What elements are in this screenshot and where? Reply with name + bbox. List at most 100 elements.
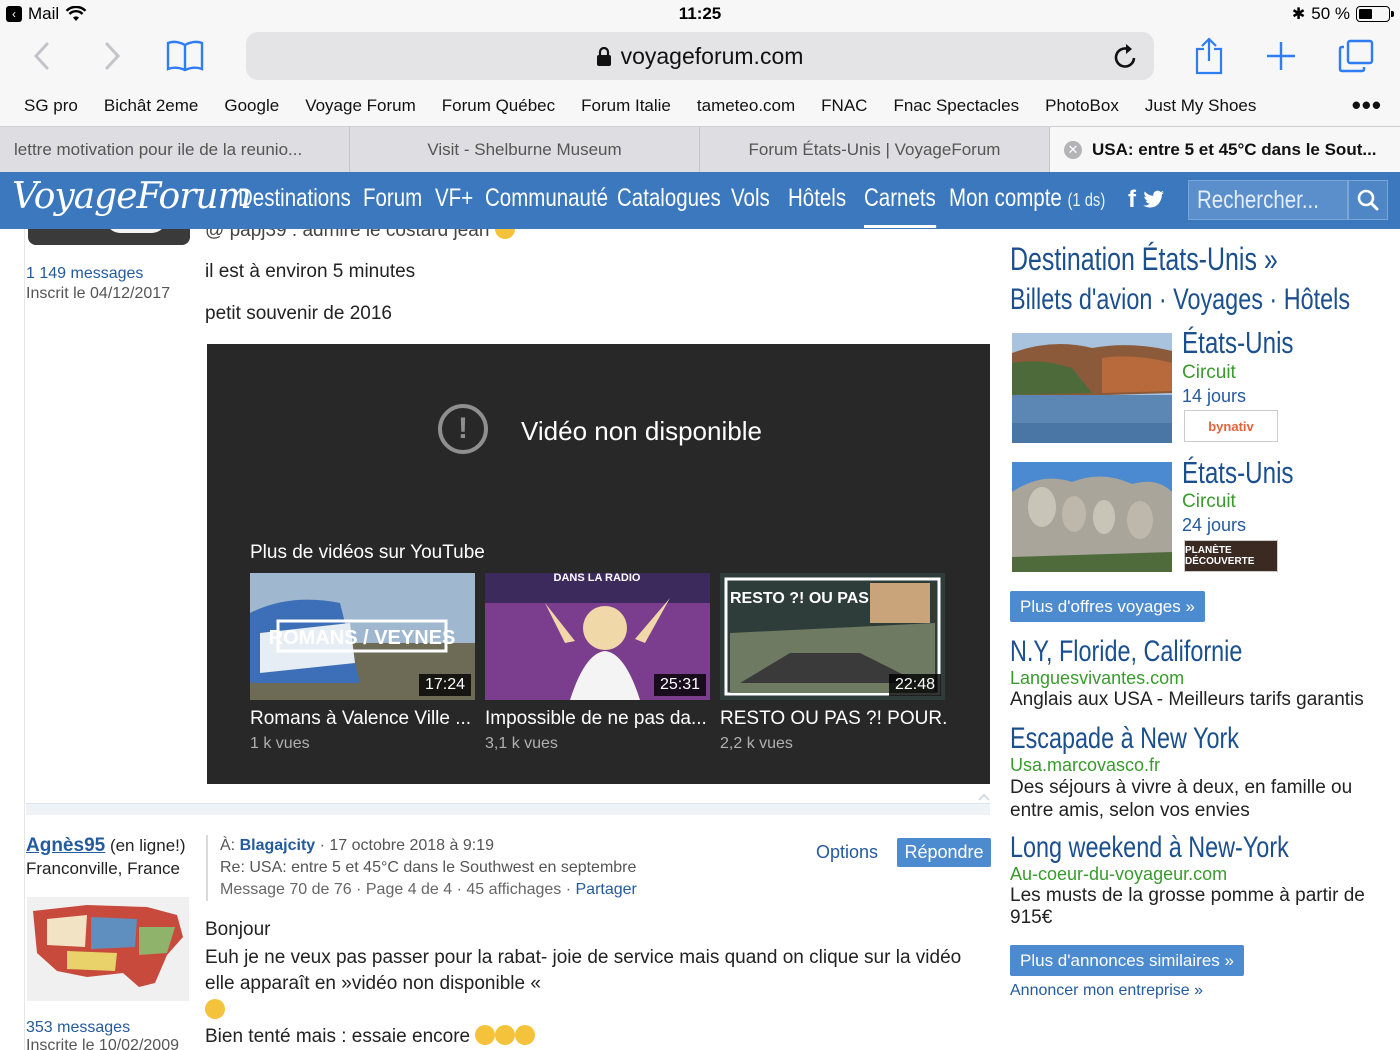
url-text: voyageforum.com [620, 42, 804, 69]
nav-destinations[interactable]: Destinations [238, 184, 351, 213]
nav-mon-compte-label: Mon compte [949, 184, 1062, 212]
laughing-emoji-icon [495, 1025, 516, 1045]
favorite-link[interactable]: Fnac Spectacles [893, 96, 1019, 116]
nav-mon-compte[interactable]: Mon compte (1 ds) [949, 184, 1105, 213]
facebook-icon[interactable]: f [1128, 186, 1136, 213]
offer-image[interactable] [1012, 333, 1172, 443]
post-separator [26, 803, 990, 815]
destination-subheading[interactable]: Billets d'avion · Voyages · Hôtels [1010, 283, 1350, 317]
user-registration-date: Inscrite le 10/02/2009 [26, 1037, 179, 1050]
alert-circle-icon: ! [438, 404, 488, 454]
recipient-link[interactable]: Blagajcity [240, 837, 316, 854]
search-button[interactable] [1348, 180, 1388, 220]
video-thumbnail[interactable]: ROMANS / VEYNES 17:24 [250, 573, 475, 700]
thumbnail-overlay-text: ROMANS / VEYNES [269, 627, 456, 649]
post-date: 17 octobre 2018 à 9:19 [329, 837, 494, 854]
ad-title[interactable]: N.Y, Floride, Californie [1010, 635, 1242, 669]
video-views: 1 k vues [250, 735, 310, 752]
nav-forum[interactable]: Forum [363, 184, 422, 213]
browser-tab[interactable]: Forum États-Unis | VoyageForum [700, 127, 1050, 172]
ad-url[interactable]: Au-coeur-du-voyageur.com [1010, 864, 1227, 885]
site-search-input[interactable]: Rechercher... [1188, 180, 1348, 220]
chevron-up-icon[interactable] [977, 792, 991, 802]
offer-title[interactable]: États-Unis [1182, 455, 1294, 491]
account-count: (1 ds) [1067, 190, 1106, 210]
bookmarks-book-icon[interactable] [164, 34, 206, 78]
offer-image[interactable] [1012, 462, 1172, 572]
site-navbar: VoyageForum Destinations Forum VF+ Commu… [0, 172, 1400, 229]
address-bar[interactable]: voyageforum.com [246, 32, 1154, 80]
nav-vols[interactable]: Vols [731, 184, 770, 213]
favorite-link[interactable]: Bichât 2eme [104, 96, 199, 116]
new-tab-plus-icon[interactable] [1264, 34, 1298, 78]
reply-button[interactable]: Répondre [897, 838, 991, 867]
nav-carnets[interactable]: Carnets [864, 184, 936, 228]
destination-heading[interactable]: Destination États-Unis » [1010, 241, 1278, 278]
browser-tab-strip: lettre motivation pour ile de la reunio.… [0, 126, 1400, 172]
thumbnail-overlay-text: DANS LA RADIO [554, 573, 641, 584]
video-title[interactable]: Impossible de ne pas da... [485, 708, 711, 730]
more-offers-button[interactable]: Plus d'offres voyages » [1010, 591, 1205, 622]
social-links: f [1128, 186, 1165, 214]
forward-chevron-icon[interactable] [98, 34, 128, 78]
offer-duration: 14 jours [1182, 386, 1247, 406]
avatar[interactable] [28, 229, 190, 245]
tab-label: Forum États-Unis | VoyageForum [748, 139, 1001, 159]
ad-title[interactable]: Long weekend à New-York [1010, 831, 1289, 865]
nav-communaute[interactable]: Communauté [485, 184, 608, 213]
favorite-link[interactable]: tameteo.com [697, 96, 795, 116]
author-username[interactable]: Agnès95 [26, 835, 105, 856]
sidebar-ads: Destination États-Unis » Billets d'avion… [1010, 229, 1380, 1050]
more-videos-heading: Plus de vidéos sur YouTube [250, 542, 485, 563]
favorite-link[interactable]: PhotoBox [1045, 96, 1119, 116]
laughing-emoji-icon [515, 1025, 536, 1045]
ad-url[interactable]: Languesvivantes.com [1010, 668, 1184, 689]
ad-title[interactable]: Escapade à New York [1010, 722, 1239, 756]
nav-vf-plus[interactable]: VF+ [435, 184, 473, 213]
offer-title[interactable]: États-Unis [1182, 325, 1294, 361]
more-ads-button[interactable]: Plus d'annonces similaires » [1010, 945, 1244, 976]
tabs-overview-icon[interactable] [1336, 34, 1376, 78]
favorite-link[interactable]: Voyage Forum [305, 96, 416, 116]
back-chevron-icon[interactable] [26, 34, 56, 78]
voyageforum-logo[interactable]: VoyageForum [12, 176, 252, 217]
nav-catalogues[interactable]: Catalogues [617, 184, 721, 213]
twitter-icon[interactable] [1142, 190, 1165, 208]
favorite-link[interactable]: Google [224, 96, 279, 116]
browser-tab[interactable]: Visit - Shelburne Museum [350, 127, 700, 172]
share-icon[interactable] [1192, 34, 1226, 78]
browser-tab[interactable]: lettre motivation pour ile de la reunio.… [0, 127, 350, 172]
offer-duration: 24 jours [1182, 515, 1247, 535]
vendor-logo[interactable]: PLANÈTE DÉCOUVERTE [1184, 540, 1278, 572]
tab-label: USA: entre 5 et 45°C dans le Sout... [1092, 139, 1377, 159]
video-thumbnail[interactable]: DANS LA RADIO 25:31 [485, 573, 710, 700]
favorite-link[interactable]: Forum Italie [581, 96, 671, 116]
view-count: 45 affichages [466, 881, 562, 898]
vendor-logo[interactable]: bynativ [1184, 410, 1278, 442]
youtube-embed[interactable]: ! Vidéo non disponible Plus de vidéos su… [207, 344, 990, 784]
browser-tab-active[interactable]: ✕ USA: entre 5 et 45°C dans le Sout... [1050, 127, 1400, 172]
tab-label: lettre motivation pour ile de la reunio.… [14, 139, 303, 159]
advertise-link[interactable]: Annoncer mon entreprise » [1010, 982, 1203, 1000]
avatar[interactable] [27, 897, 189, 1001]
favorite-link[interactable]: FNAC [821, 96, 867, 116]
favorite-link[interactable]: SG pro [24, 96, 78, 116]
video-title[interactable]: RESTO OU PAS ?! POUR... [720, 708, 946, 730]
video-title[interactable]: Romans à Valence Ville ... [250, 708, 476, 730]
more-favorites-icon[interactable]: ••• [1352, 90, 1382, 121]
nav-hotels[interactable]: Hôtels [788, 184, 846, 213]
search-icon [1357, 189, 1379, 211]
ad-url[interactable]: Usa.marcovasco.fr [1010, 755, 1160, 776]
share-link[interactable]: Partager [576, 881, 637, 898]
close-tab-icon[interactable]: ✕ [1064, 140, 1082, 159]
user-messages-link[interactable]: 1 149 messages [26, 265, 170, 283]
grinning-emoji-icon [494, 229, 515, 239]
favorite-link[interactable]: Forum Québec [442, 96, 555, 116]
page-content: @ papj39 : admire le costard jean 1 149 … [0, 229, 1400, 1050]
favorite-link[interactable]: Just My Shoes [1145, 96, 1257, 116]
reload-icon[interactable] [1114, 43, 1138, 69]
vendor-name: PLANÈTE DÉCOUVERTE [1185, 545, 1255, 567]
user-messages-link[interactable]: 353 messages [26, 1019, 179, 1037]
video-thumbnail[interactable]: RESTO ?! OU PAS 22:48 [720, 573, 945, 700]
options-link[interactable]: Options [816, 842, 878, 863]
